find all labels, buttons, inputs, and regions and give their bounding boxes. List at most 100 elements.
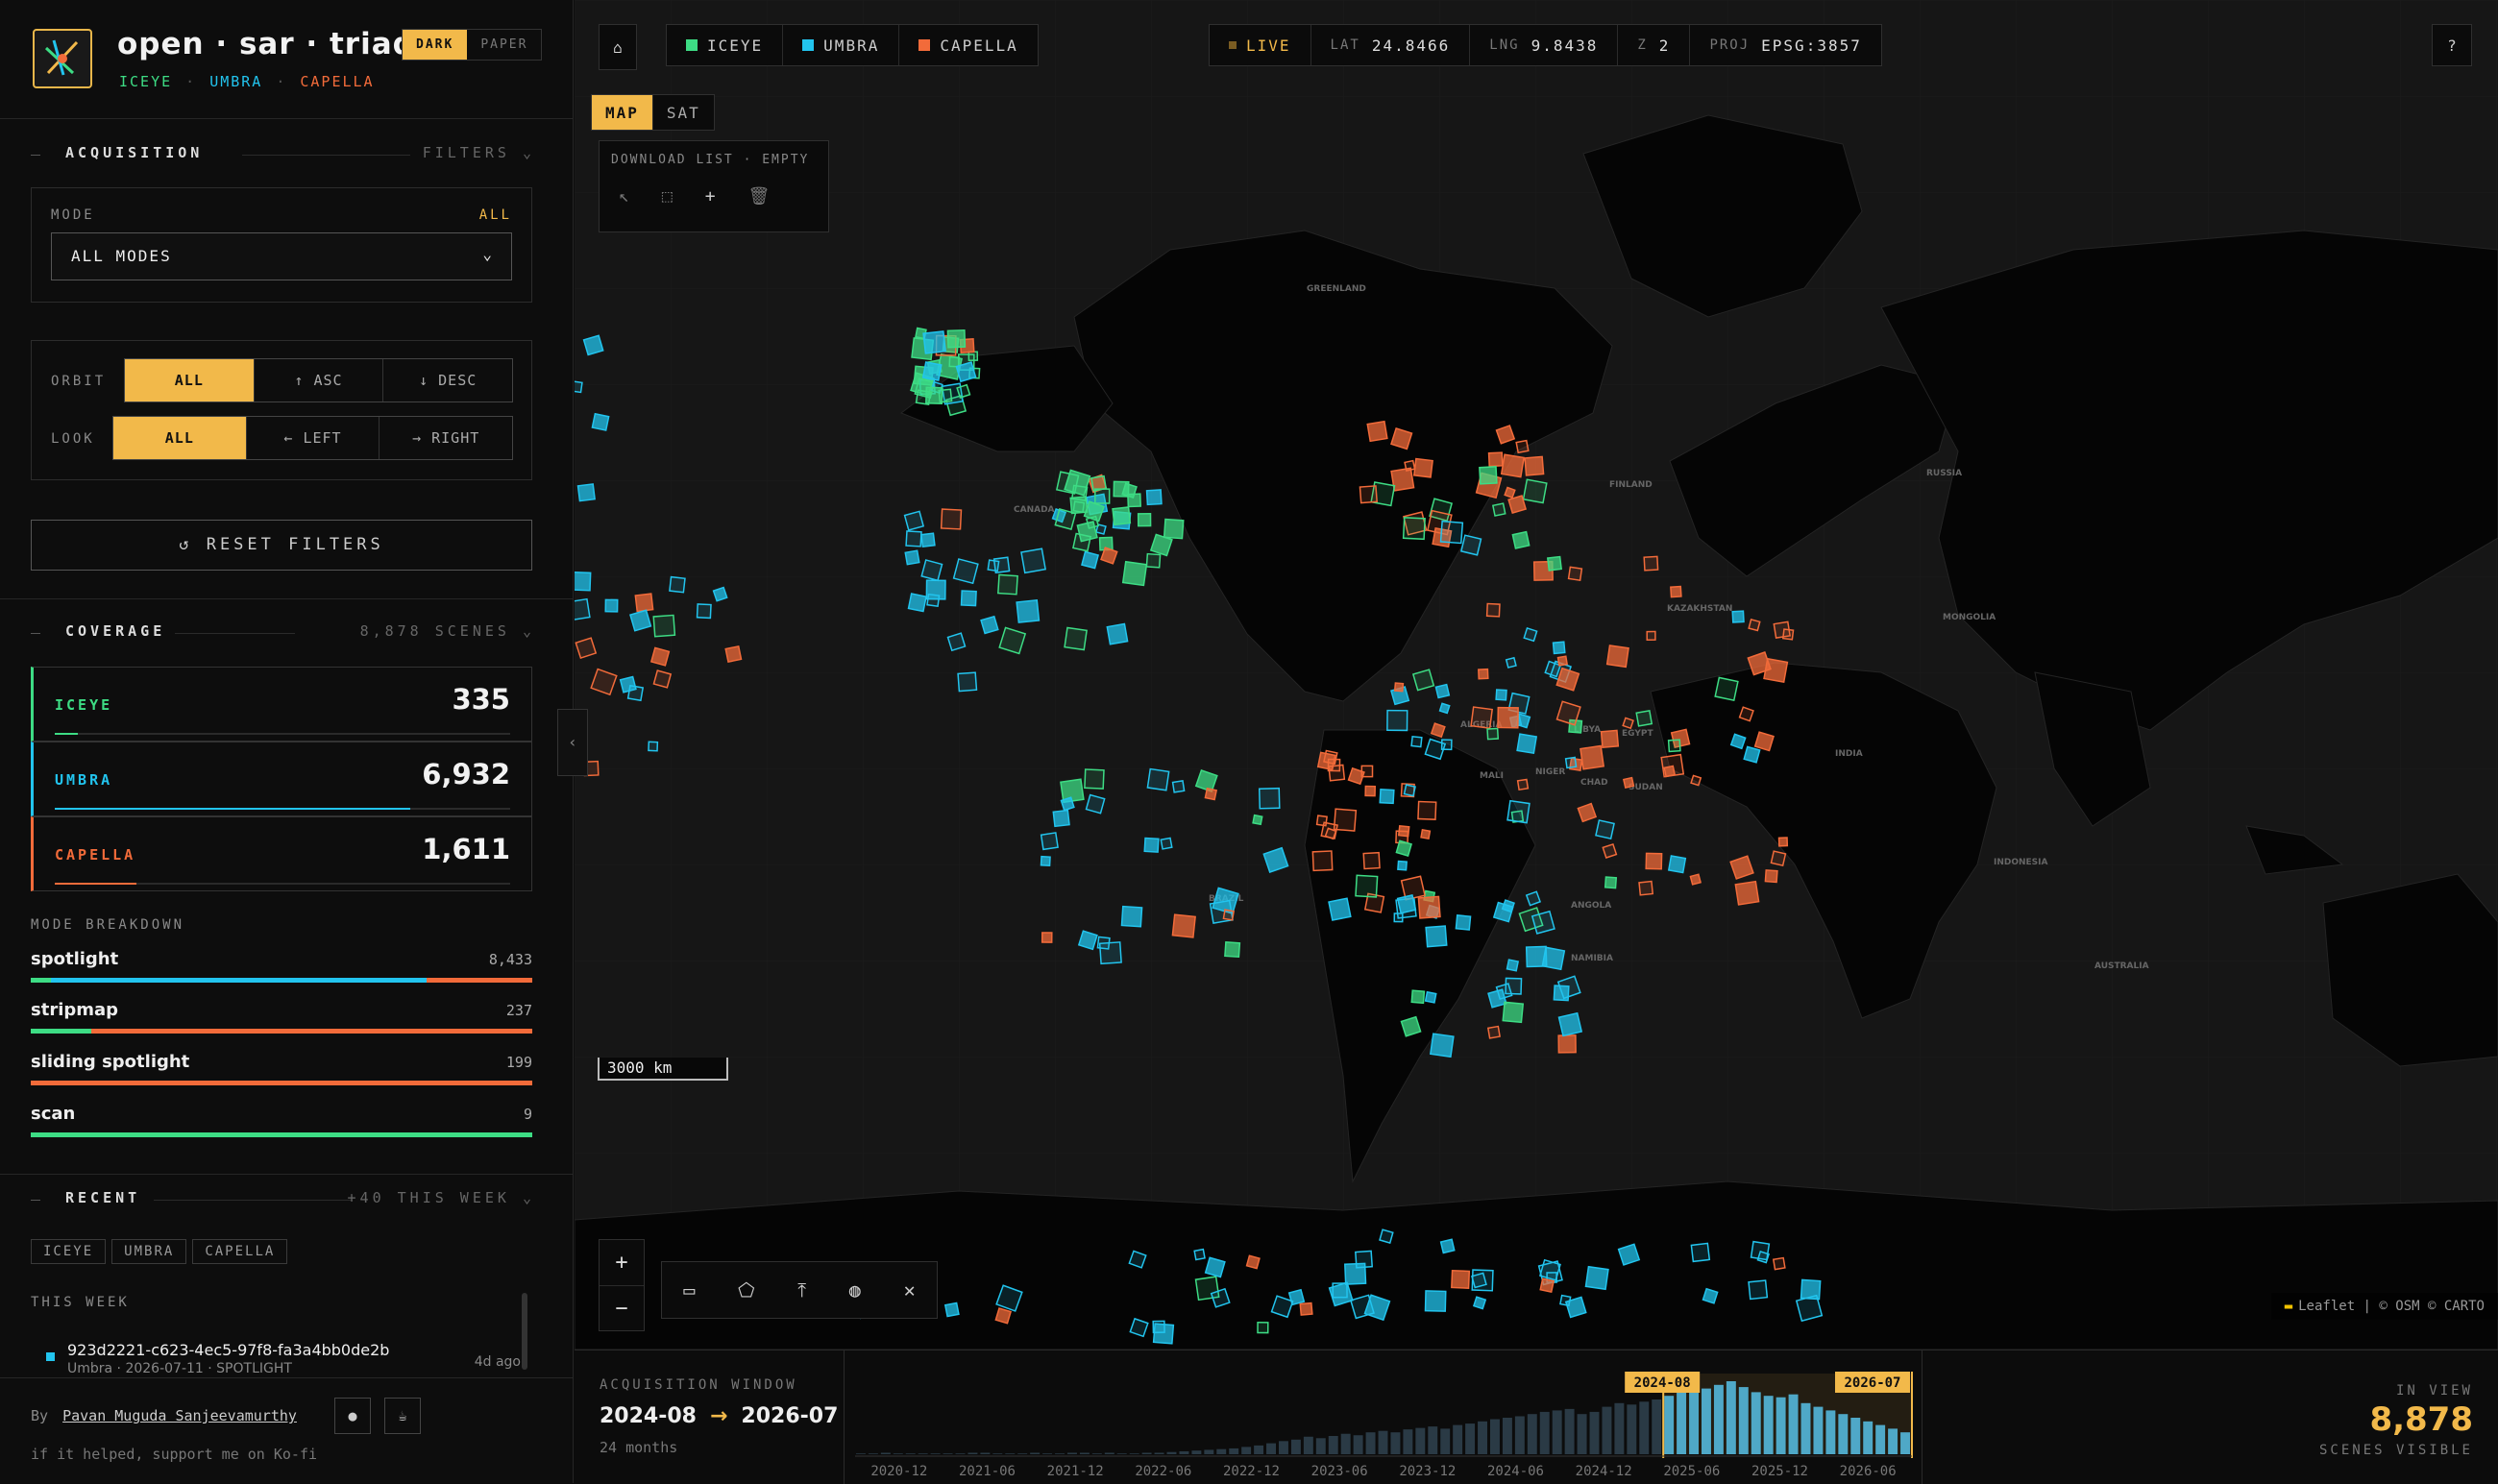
scene-footprint[interactable] (1417, 895, 1441, 919)
scene-footprint[interactable] (1193, 1248, 1206, 1261)
scene-footprint[interactable] (1643, 555, 1659, 572)
chip-umbra[interactable]: UMBRA (111, 1239, 187, 1264)
scene-footprint[interactable] (652, 669, 673, 689)
scene-footprint[interactable] (1397, 824, 1410, 838)
scene-footprint[interactable] (1245, 1254, 1261, 1270)
scene-footprint[interactable] (1714, 676, 1739, 702)
scene-footprint[interactable] (1362, 851, 1381, 870)
scene-footprint[interactable] (1081, 550, 1100, 570)
scene-footprint[interactable] (926, 593, 941, 608)
scene-footprint[interactable] (1299, 1302, 1313, 1316)
scene-footprint[interactable] (1478, 668, 1489, 680)
scene-footprint[interactable] (1396, 894, 1417, 914)
scene-footprint[interactable] (1584, 1265, 1609, 1291)
scene-footprint[interactable] (1600, 729, 1620, 749)
scene-footprint[interactable] (1595, 819, 1615, 839)
scene-footprint[interactable] (1040, 832, 1059, 851)
cursor-select-icon[interactable]: ↖ (619, 186, 629, 207)
map[interactable]: GREENLAND RUSSIA CANADA KAZAKHSTAN MONGOLIA A… (575, 0, 2498, 1350)
scene-footprint[interactable] (634, 593, 654, 613)
layer-iceye[interactable]: ICEYE (667, 25, 782, 65)
home-button[interactable]: ⌂ (599, 24, 637, 70)
scene-footprint[interactable] (1171, 913, 1196, 938)
map-canvas[interactable]: GREENLAND RUSSIA CANADA KAZAKHSTAN MONGOLIA A… (575, 0, 2498, 1350)
scene-footprint[interactable] (1121, 560, 1148, 587)
scene-footprint[interactable] (1557, 1034, 1577, 1054)
chip-capella[interactable]: CAPELLA (192, 1239, 288, 1264)
scene-footprint[interactable] (619, 675, 637, 693)
scene-footprint[interactable] (1366, 420, 1388, 443)
scene-footprint[interactable] (1163, 518, 1185, 540)
scene-footprint[interactable] (1690, 774, 1702, 787)
scene-footprint[interactable] (1112, 506, 1132, 526)
scene-footprint[interactable] (1689, 873, 1702, 886)
scene-footprint[interactable] (1424, 1290, 1447, 1312)
scene-footprint[interactable] (1204, 787, 1218, 801)
reset-filters-button[interactable]: ↺ RESET FILTERS (31, 520, 532, 571)
scene-footprint[interactable] (1145, 489, 1163, 506)
look-left-button[interactable]: ← LEFT (245, 417, 380, 459)
scene-footprint[interactable] (1364, 785, 1376, 797)
chip-iceye[interactable]: ICEYE (31, 1239, 107, 1264)
scene-footprint[interactable] (1516, 733, 1538, 755)
scene-footprint[interactable] (1143, 837, 1160, 853)
scene-footprint[interactable] (575, 597, 591, 621)
scene-footprint[interactable] (575, 380, 583, 394)
scene-footprint[interactable] (1472, 1296, 1487, 1310)
scene-footprint[interactable] (1410, 989, 1426, 1005)
scene-footprint[interactable] (1052, 809, 1070, 828)
scene-footprint[interactable] (1505, 656, 1517, 669)
trash-icon[interactable]: 🗑 (748, 186, 771, 207)
scene-footprint[interactable] (575, 571, 592, 592)
box-select-icon[interactable]: ⬚ (662, 186, 673, 207)
scene-footprint[interactable] (1646, 630, 1656, 641)
scene-footprint[interactable] (980, 615, 999, 635)
scene-footprint[interactable] (1622, 717, 1634, 730)
scene-footprint[interactable] (905, 530, 922, 547)
scene-footprint[interactable] (1410, 735, 1423, 748)
scene-footprint[interactable] (1402, 517, 1426, 541)
scene-footprint[interactable] (1506, 959, 1520, 972)
scene-footprint[interactable] (1439, 520, 1464, 545)
scene-footprint[interactable] (1645, 852, 1663, 870)
scene-footprint[interactable] (1041, 932, 1053, 943)
scene-footprint[interactable] (1113, 480, 1130, 498)
scene-footprint[interactable] (1507, 495, 1528, 515)
scene-footprint[interactable] (1320, 821, 1338, 839)
scene-footprint[interactable] (1412, 457, 1433, 478)
scene-footprint[interactable] (1430, 722, 1446, 739)
scene-footprint[interactable] (1076, 521, 1098, 543)
scene-footprint[interactable] (582, 334, 604, 356)
scene-footprint[interactable] (1485, 602, 1501, 618)
scene-footprint[interactable] (1060, 778, 1085, 804)
scene-footprint[interactable] (1734, 880, 1760, 906)
scene-footprint[interactable] (648, 741, 659, 752)
scene-footprint[interactable] (943, 1302, 960, 1318)
scene-footprint[interactable] (1524, 455, 1545, 476)
scene-footprint[interactable] (1451, 1269, 1471, 1289)
scene-footprint[interactable] (1487, 451, 1504, 468)
scene-footprint[interactable] (1411, 669, 1435, 692)
scene-footprint[interactable] (1137, 512, 1152, 527)
scene-footprint[interactable] (652, 614, 676, 638)
coverage-header[interactable]: COVERAGE 8,878 SCENES ⌄ (31, 622, 535, 645)
scene-footprint[interactable] (1434, 683, 1451, 699)
scene-footprint[interactable] (920, 559, 943, 582)
scene-footprint[interactable] (1060, 796, 1075, 812)
scene-footprint[interactable] (952, 558, 979, 585)
scene-footprint[interactable] (1506, 799, 1531, 824)
scene-footprint[interactable] (1404, 459, 1416, 472)
scene-footprint[interactable] (1495, 983, 1513, 1001)
look-all-button[interactable]: ALL (113, 417, 246, 459)
scene-footprint[interactable] (1504, 486, 1516, 499)
scene-footprint[interactable] (1222, 909, 1236, 921)
scene-footprint[interactable] (1328, 764, 1346, 782)
scene-footprint[interactable] (1690, 1242, 1711, 1263)
scene-footprint[interactable] (1502, 1001, 1525, 1024)
scene-footprint[interactable] (920, 532, 936, 548)
scene-footprint[interactable] (1516, 778, 1530, 791)
scene-footprint[interactable] (1098, 941, 1122, 965)
scene-footprint[interactable] (1094, 488, 1111, 504)
look-right-button[interactable]: → RIGHT (379, 417, 512, 459)
scene-footprint[interactable] (1748, 619, 1761, 632)
